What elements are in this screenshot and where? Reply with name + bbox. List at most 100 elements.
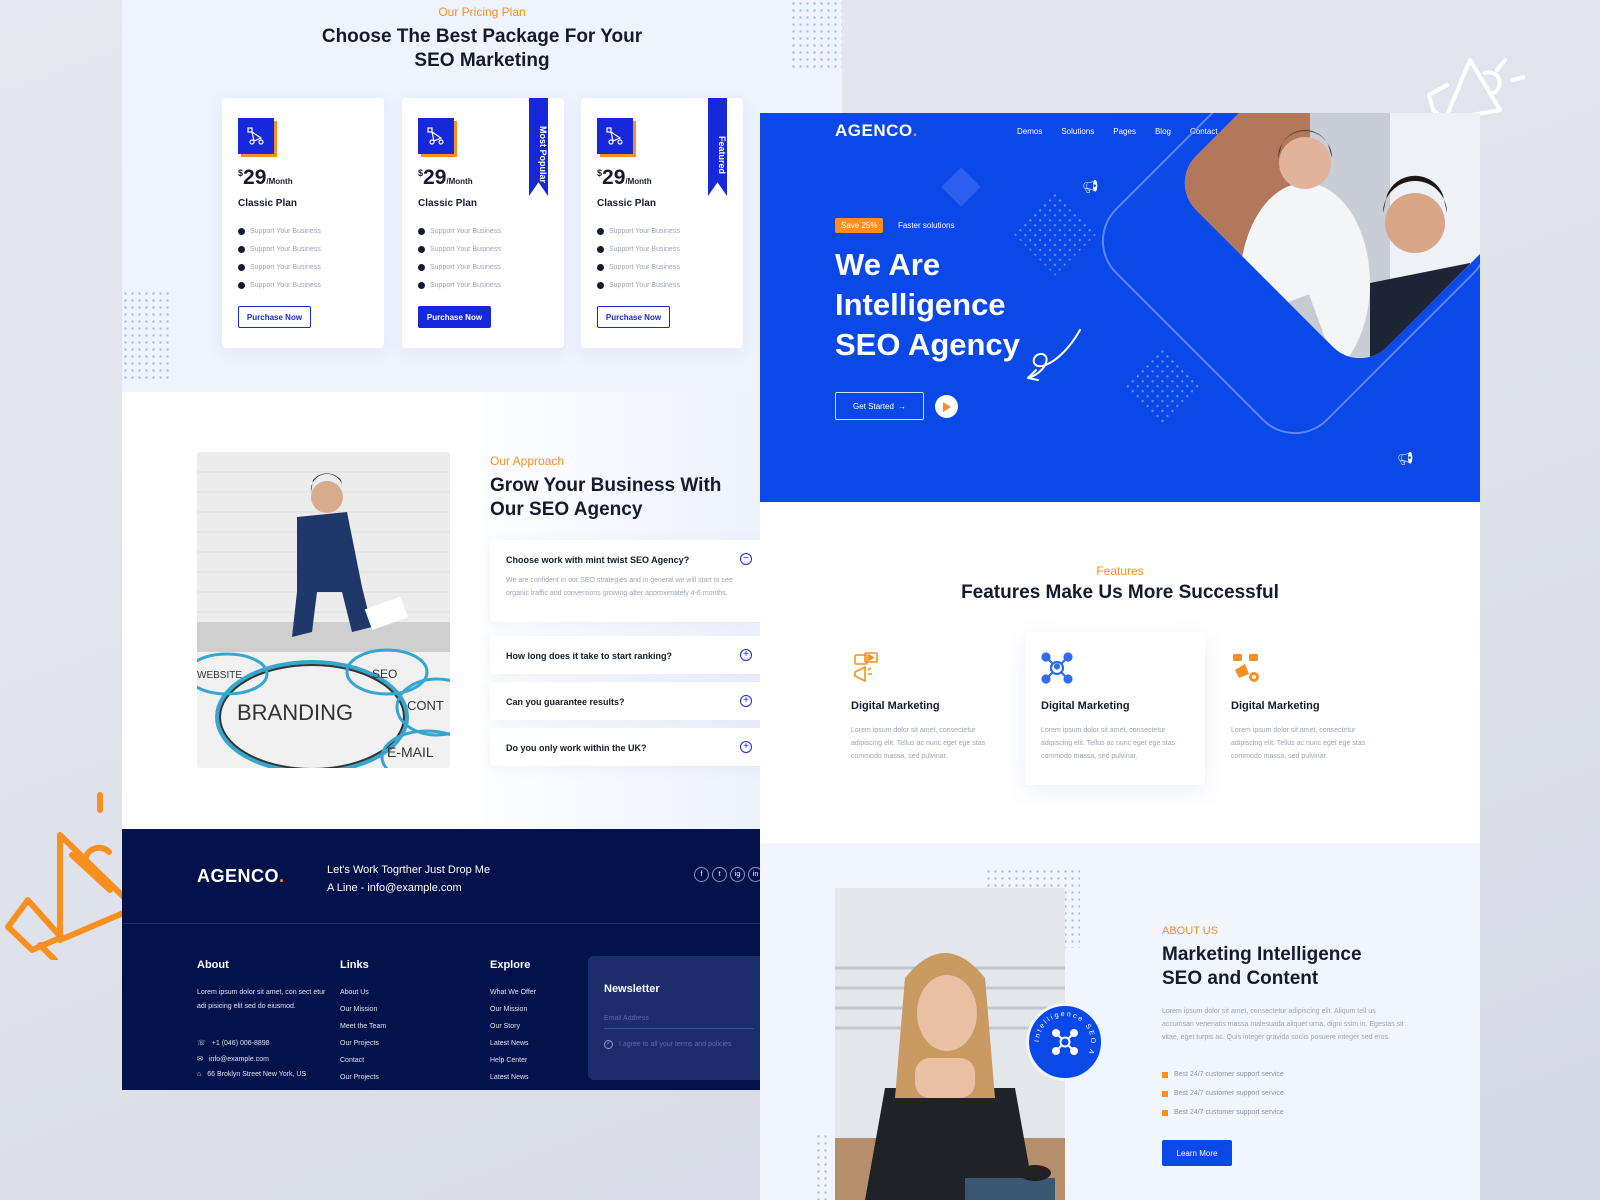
- check-icon: [597, 245, 604, 253]
- plan-features: Support Your Business Support Your Busin…: [418, 222, 501, 294]
- pricing-title-line: SEO Marketing: [414, 50, 550, 71]
- feature-card[interactable]: Digital Marketing Lorem ipsum dolor sit …: [835, 632, 1015, 785]
- footer-link[interactable]: Contact: [340, 1057, 386, 1074]
- footer-tagline: Let's Work Togrther Just Drop Me A Line …: [327, 861, 527, 897]
- learn-more-button[interactable]: Learn More: [1162, 1140, 1232, 1166]
- dot-pattern: [122, 290, 172, 380]
- footer-email[interactable]: ✉ info@example.com: [197, 1055, 269, 1064]
- footer-link[interactable]: Latest News: [490, 1040, 536, 1057]
- footer-divider: [122, 923, 842, 924]
- location-icon: ⌂: [197, 1071, 202, 1078]
- expand-icon[interactable]: +: [740, 649, 752, 661]
- plan-amount: 29: [602, 166, 626, 189]
- plan-card: Featured $29/Month Classic Plan Support …: [581, 98, 743, 348]
- marketing-gear-icon: [1233, 654, 1259, 682]
- facebook-icon[interactable]: f: [694, 867, 709, 882]
- faq-question: Can you guarantee results?: [506, 697, 625, 707]
- footer-link[interactable]: Our Story: [490, 1023, 536, 1040]
- plan-price: $29/Month: [597, 166, 652, 190]
- twitter-icon[interactable]: t: [712, 867, 727, 882]
- phone-icon: ☏: [197, 1040, 206, 1047]
- approach-title: Grow Your Business With Our SEO Agency: [490, 474, 721, 522]
- footer-link[interactable]: Our Projects: [340, 1074, 386, 1090]
- nav-link-blog[interactable]: Blog: [1155, 127, 1171, 136]
- footer-link[interactable]: Our Mission: [490, 1006, 536, 1023]
- footer-link[interactable]: About Us: [340, 989, 386, 1006]
- footer-link[interactable]: Our Projects: [340, 1040, 386, 1057]
- hero-title-line: We Are: [835, 247, 941, 282]
- terms-checkbox[interactable]: ✓ I agree to all your terms and policies: [604, 1040, 731, 1049]
- about-bullet: Best 24/7 customer support service: [1162, 1103, 1284, 1122]
- save-badge: Save 25%: [835, 218, 884, 233]
- purchase-button[interactable]: Purchase Now: [238, 306, 311, 328]
- footer-link[interactable]: What We Offer: [490, 989, 536, 1006]
- photo-text: SEO: [372, 667, 397, 681]
- plan-name: Classic Plan: [238, 198, 297, 209]
- check-icon: [238, 245, 245, 253]
- footer-explore-list: What We Offer Our Mission Our Story Late…: [490, 989, 536, 1090]
- footer-logo[interactable]: AGENCO.: [197, 866, 285, 887]
- feature-text: Lorem ipsum dolor sit amet, consectetur …: [1041, 727, 1176, 760]
- expand-icon[interactable]: +: [740, 695, 752, 707]
- feature-card[interactable]: Digital Marketing Lorem ipsum dolor sit …: [1215, 632, 1395, 785]
- plan-feature-label: Support Your Business: [430, 281, 501, 289]
- footer-address: ⌂ 66 Broklyn Street New York, US: [197, 1071, 306, 1078]
- megaphone-chat-icon: [854, 652, 878, 683]
- about-bullets: Best 24/7 customer support service Best …: [1162, 1065, 1284, 1122]
- plan-feature: Support Your Business: [418, 222, 501, 240]
- check-icon: [597, 263, 604, 271]
- footer-links-list: About Us Our Mission Meet the Team Our P…: [340, 989, 386, 1090]
- left-board: Our Pricing Plan Choose The Best Package…: [122, 0, 842, 1090]
- nav-logo[interactable]: AGENCO.: [835, 121, 918, 141]
- about-title-line: SEO and Content: [1162, 968, 1319, 989]
- newsletter-email-input[interactable]: [604, 1009, 754, 1029]
- address-text: 66 Broklyn Street New York, US: [207, 1071, 307, 1078]
- footer-link[interactable]: Meet the Team: [340, 1023, 386, 1040]
- mail-icon: ✉: [197, 1056, 203, 1063]
- footer-explore-title: Explore: [490, 959, 531, 971]
- businessman-branding-photo: BRANDING WEBSITE SEO CONT E-MAIL: [197, 452, 450, 768]
- about-text: Lorem ipsum dolor sit amet, consectetur …: [1162, 1008, 1404, 1041]
- instagram-icon[interactable]: ig: [730, 867, 745, 882]
- purchase-button[interactable]: Purchase Now: [597, 306, 670, 328]
- faq-answer: We are confident in our SEO strategies a…: [506, 577, 733, 597]
- newsletter-title: Newsletter: [604, 983, 660, 995]
- megaphone-small-icon: 📢︎: [1397, 451, 1414, 466]
- megaphone-icon: [238, 118, 274, 154]
- check-icon: [238, 281, 245, 289]
- most-popular-ribbon: Most Popular: [529, 98, 548, 196]
- expand-icon[interactable]: +: [740, 741, 752, 753]
- get-started-hero-button[interactable]: Get Started →: [835, 392, 924, 420]
- feature-card-active[interactable]: Digital Marketing Lorem ipsum dolor sit …: [1025, 632, 1205, 785]
- bullet-label: Best 24/7 customer support service: [1174, 1071, 1284, 1078]
- nav-link-demos[interactable]: Demos: [1017, 127, 1042, 136]
- megaphone-icon: [597, 118, 633, 154]
- nav-link-pages[interactable]: Pages: [1113, 127, 1136, 136]
- megaphone-small-icon: 📢︎: [1082, 179, 1099, 194]
- hero-title-line: SEO Agency: [835, 327, 1020, 362]
- footer-link[interactable]: Our Mission: [340, 1006, 386, 1023]
- footer-link[interactable]: Latest News: [490, 1074, 536, 1090]
- plan-feature-label: Support Your Business: [609, 263, 680, 271]
- footer-link[interactable]: Help Center: [490, 1057, 536, 1074]
- plan-feature-label: Support Your Business: [609, 245, 680, 253]
- plan-currency: $: [238, 168, 244, 178]
- pricing-title: Choose The Best Package For Your SEO Mar…: [122, 25, 842, 73]
- feature-text: Lorem ipsum dolor sit amet, consectetur …: [851, 727, 986, 760]
- check-icon: [238, 227, 245, 235]
- plan-card: $29/Month Classic Plan Support Your Busi…: [222, 98, 384, 348]
- plan-feature: Support Your Business: [238, 240, 321, 258]
- collapse-icon[interactable]: −: [740, 553, 752, 565]
- check-circle-icon[interactable]: ✓: [604, 1040, 613, 1049]
- plan-name: Classic Plan: [418, 198, 477, 209]
- purchase-button[interactable]: Purchase Now: [418, 306, 491, 328]
- team-working-photo: [1170, 113, 1480, 374]
- play-video-button[interactable]: [935, 395, 958, 418]
- pricing-title-line: Choose The Best Package For Your: [321, 26, 643, 47]
- plan-feature-label: Support Your Business: [250, 227, 321, 235]
- nav-link-solutions[interactable]: Solutions: [1061, 127, 1094, 136]
- footer-phone[interactable]: ☏ +1 (046) 006-8898: [197, 1039, 270, 1048]
- bullet-label: Best 24/7 customer support service: [1174, 1090, 1284, 1097]
- logo-text: AGENCO: [197, 866, 280, 886]
- check-icon: [597, 227, 604, 235]
